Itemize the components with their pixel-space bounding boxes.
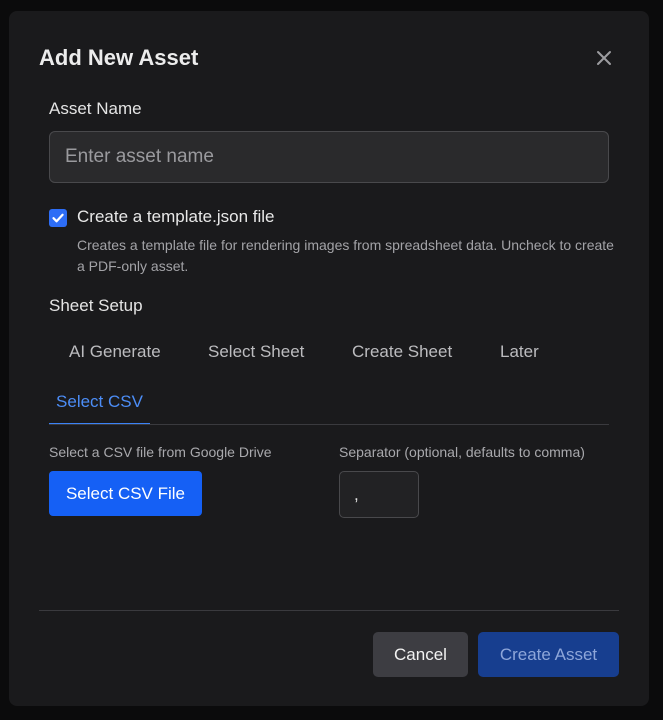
- create-asset-button[interactable]: Create Asset: [478, 632, 619, 677]
- cancel-button[interactable]: Cancel: [373, 632, 468, 677]
- footer-divider: [39, 610, 619, 611]
- tab-divider: [49, 424, 609, 425]
- checkmark-icon: [49, 209, 67, 227]
- tab-ai-generate[interactable]: AI Generate: [69, 342, 161, 362]
- separator-input[interactable]: [339, 471, 419, 518]
- template-description: Creates a template file for rendering im…: [77, 237, 614, 274]
- separator-hint: Separator (optional, defaults to comma): [339, 444, 585, 460]
- tab-select-sheet[interactable]: Select Sheet: [208, 342, 304, 362]
- tab-create-sheet[interactable]: Create Sheet: [352, 342, 452, 362]
- tab-later[interactable]: Later: [500, 342, 539, 362]
- template-checkbox[interactable]: [49, 209, 67, 227]
- add-asset-dialog: Add New Asset Asset Name Create a templa…: [9, 11, 649, 706]
- dialog-title: Add New Asset: [39, 45, 199, 70]
- template-checkbox-label[interactable]: Create a template.json file: [77, 207, 275, 227]
- close-icon: [593, 47, 615, 69]
- asset-name-label: Asset Name: [49, 99, 142, 118]
- tab-select-csv[interactable]: Select CSV: [49, 379, 150, 425]
- close-button[interactable]: [593, 47, 615, 69]
- sheet-setup-label: Sheet Setup: [49, 296, 143, 315]
- csv-hint: Select a CSV file from Google Drive: [49, 444, 272, 460]
- asset-name-input[interactable]: [49, 131, 609, 183]
- select-csv-button[interactable]: Select CSV File: [49, 471, 202, 516]
